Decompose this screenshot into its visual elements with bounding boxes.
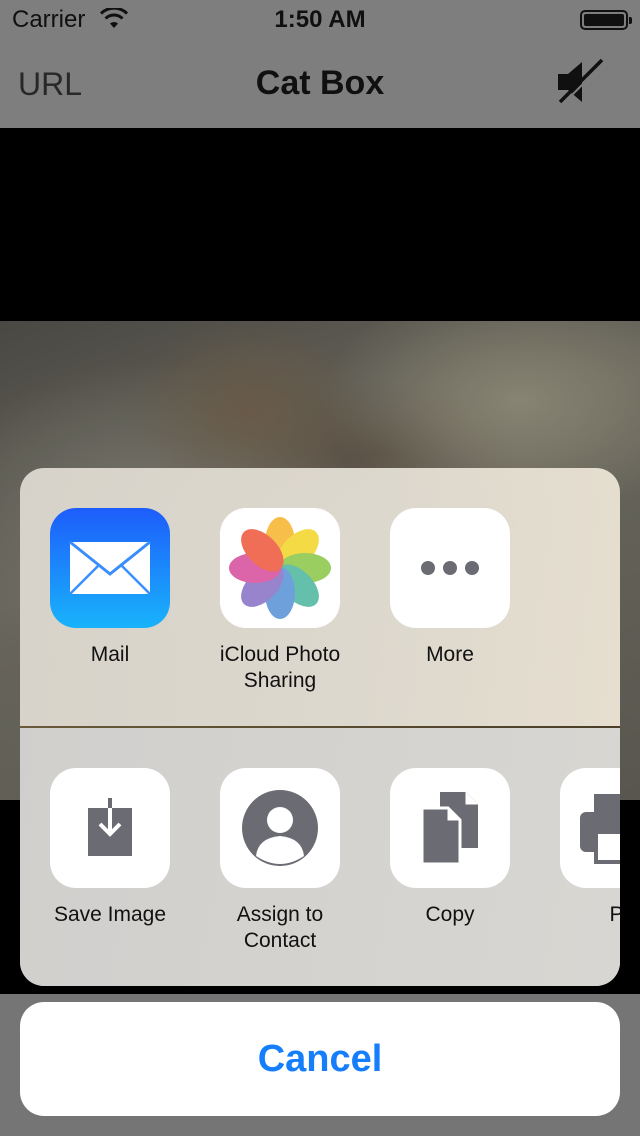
share-actions-row: Save Image Assign to Contact Copy P [20,728,620,986]
action-print[interactable]: Pr [540,768,620,928]
save-image-icon [50,768,170,888]
action-assign-to-contact[interactable]: Assign to Contact [200,768,360,954]
share-app-more[interactable]: More [370,508,530,668]
share-apps-row: Mail iCloud Photo Sharing More [20,468,620,726]
action-label: Copy [425,903,475,926]
share-app-label: More [426,643,474,666]
share-app-icloud-photo-sharing[interactable]: iCloud Photo Sharing [200,508,360,694]
action-label: Assign to Contact [236,903,324,952]
contact-icon [220,768,340,888]
print-icon [560,768,620,888]
action-label: Save Image [53,903,167,926]
share-app-label: Mail [90,643,130,666]
share-app-mail[interactable]: Mail [30,508,190,668]
share-app-label: iCloud Photo Sharing [219,643,341,692]
cancel-button[interactable]: Cancel [20,1002,620,1116]
action-save-image[interactable]: Save Image [30,768,190,928]
more-icon [390,508,510,628]
photos-icon [220,508,340,628]
action-copy[interactable]: Copy [370,768,530,928]
share-sheet: Mail iCloud Photo Sharing More Save Imag… [20,468,620,986]
mail-icon [50,508,170,628]
copy-icon [390,768,510,888]
action-label: Pr [609,903,621,926]
